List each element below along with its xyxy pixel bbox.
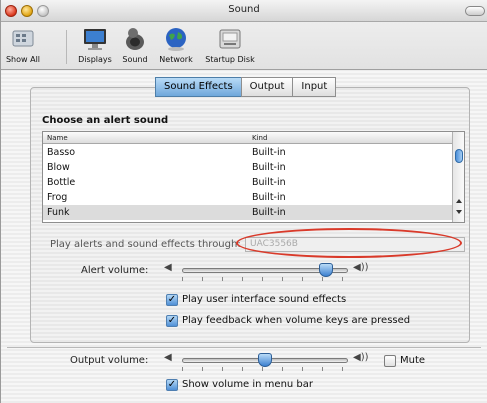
sound-name: Funk xyxy=(47,207,70,218)
alert-sound-heading: Choose an alert sound xyxy=(42,115,169,126)
show-all-icon xyxy=(10,26,36,52)
scroll-up-arrow-icon[interactable] xyxy=(456,199,462,203)
slider-ticks xyxy=(182,277,348,281)
volume-feedback-label: Play feedback when volume keys are press… xyxy=(182,315,411,326)
volume-low-speaker-icon: ◀ xyxy=(164,262,172,273)
toolbar-toggle-button[interactable] xyxy=(465,6,485,16)
mute-checkbox[interactable] xyxy=(384,355,396,367)
volume-high-speaker-icon: ◀)) xyxy=(353,262,369,273)
slider-knob[interactable] xyxy=(258,353,272,367)
ui-sound-effects-label: Play user interface sound effects xyxy=(182,294,347,305)
slider-knob[interactable] xyxy=(319,263,334,277)
slider-ticks xyxy=(182,367,348,371)
alert-volume-label: Alert volume: xyxy=(81,265,149,276)
show-volume-menu-bar-label: Show volume in menu bar xyxy=(182,379,314,390)
displays-icon xyxy=(82,26,108,52)
column-header-name[interactable]: Name xyxy=(47,134,68,142)
toolbar-sound[interactable]: Sound xyxy=(118,26,152,64)
show-volume-menu-bar-checkbox[interactable]: ✓ xyxy=(166,379,178,391)
tab-output[interactable]: Output xyxy=(240,77,294,97)
scrollbar-thumb[interactable] xyxy=(455,149,463,163)
toolbar-network[interactable]: Network xyxy=(154,26,198,64)
toolbar-label: Startup Disk xyxy=(205,55,255,64)
alert-volume-slider[interactable] xyxy=(182,262,348,282)
alert-sound-list[interactable]: Name Kind Basso Built-in Blow Built-in B… xyxy=(42,131,465,223)
scroll-down-arrow-icon[interactable] xyxy=(456,210,462,214)
toolbar-divider xyxy=(66,30,67,64)
network-globe-icon xyxy=(163,26,189,52)
divider xyxy=(7,347,481,348)
toolbar-label: Network xyxy=(159,55,193,64)
speaker-icon xyxy=(122,26,148,52)
toolbar-startup-disk[interactable]: Startup Disk xyxy=(202,26,258,64)
column-header-kind[interactable]: Kind xyxy=(252,134,267,142)
sound-kind: Built-in xyxy=(252,147,286,158)
list-item[interactable]: Blow Built-in xyxy=(43,160,453,175)
ui-sound-effects-checkbox[interactable]: ✓ xyxy=(166,294,178,306)
volume-low-speaker-icon: ◀ xyxy=(164,352,172,363)
toolbar-show-all[interactable]: Show All xyxy=(3,26,43,64)
list-item[interactable]: Bottle Built-in xyxy=(43,175,453,190)
sound-name: Bottle xyxy=(47,177,76,188)
tab-input[interactable]: Input xyxy=(292,77,337,97)
play-through-label: Play alerts and sound effects through: xyxy=(50,239,241,250)
startup-disk-icon xyxy=(217,26,243,52)
list-header: Name Kind xyxy=(43,132,453,144)
list-item[interactable]: Basso Built-in xyxy=(43,145,453,160)
toolbar-label: Sound xyxy=(122,55,148,64)
sound-kind: Built-in xyxy=(252,207,286,218)
volume-feedback-checkbox[interactable]: ✓ xyxy=(166,315,178,327)
volume-high-speaker-icon: ◀)) xyxy=(353,352,369,363)
sound-kind: Built-in xyxy=(252,192,286,203)
sound-name: Frog xyxy=(47,192,68,203)
mute-label: Mute xyxy=(400,355,426,366)
toolbar: Show All Displays Sound Network Startup … xyxy=(1,22,487,70)
list-item[interactable]: Frog Built-in xyxy=(43,190,453,205)
tab-sound-effects[interactable]: Sound Effects xyxy=(155,77,242,97)
sound-name: Blow xyxy=(47,162,70,173)
tab-bar: Sound Effects Output Input xyxy=(155,77,337,97)
sound-kind: Built-in xyxy=(252,177,286,188)
annotation-ellipse xyxy=(236,228,462,258)
sound-name: Basso xyxy=(47,147,76,158)
title-bar[interactable]: Sound xyxy=(1,0,487,22)
output-volume-label: Output volume: xyxy=(70,355,149,366)
toolbar-label: Displays xyxy=(78,55,112,64)
list-scrollbar[interactable] xyxy=(452,132,464,222)
toolbar-displays[interactable]: Displays xyxy=(75,26,115,64)
toolbar-label: Show All xyxy=(5,55,41,64)
list-item-selected[interactable]: Funk Built-in xyxy=(43,205,453,220)
sound-kind: Built-in xyxy=(252,162,286,173)
window-title: Sound xyxy=(228,4,260,15)
sound-preferences-window: Sound Show All Displays Sound Network St… xyxy=(0,0,487,403)
output-volume-slider[interactable] xyxy=(182,352,348,372)
